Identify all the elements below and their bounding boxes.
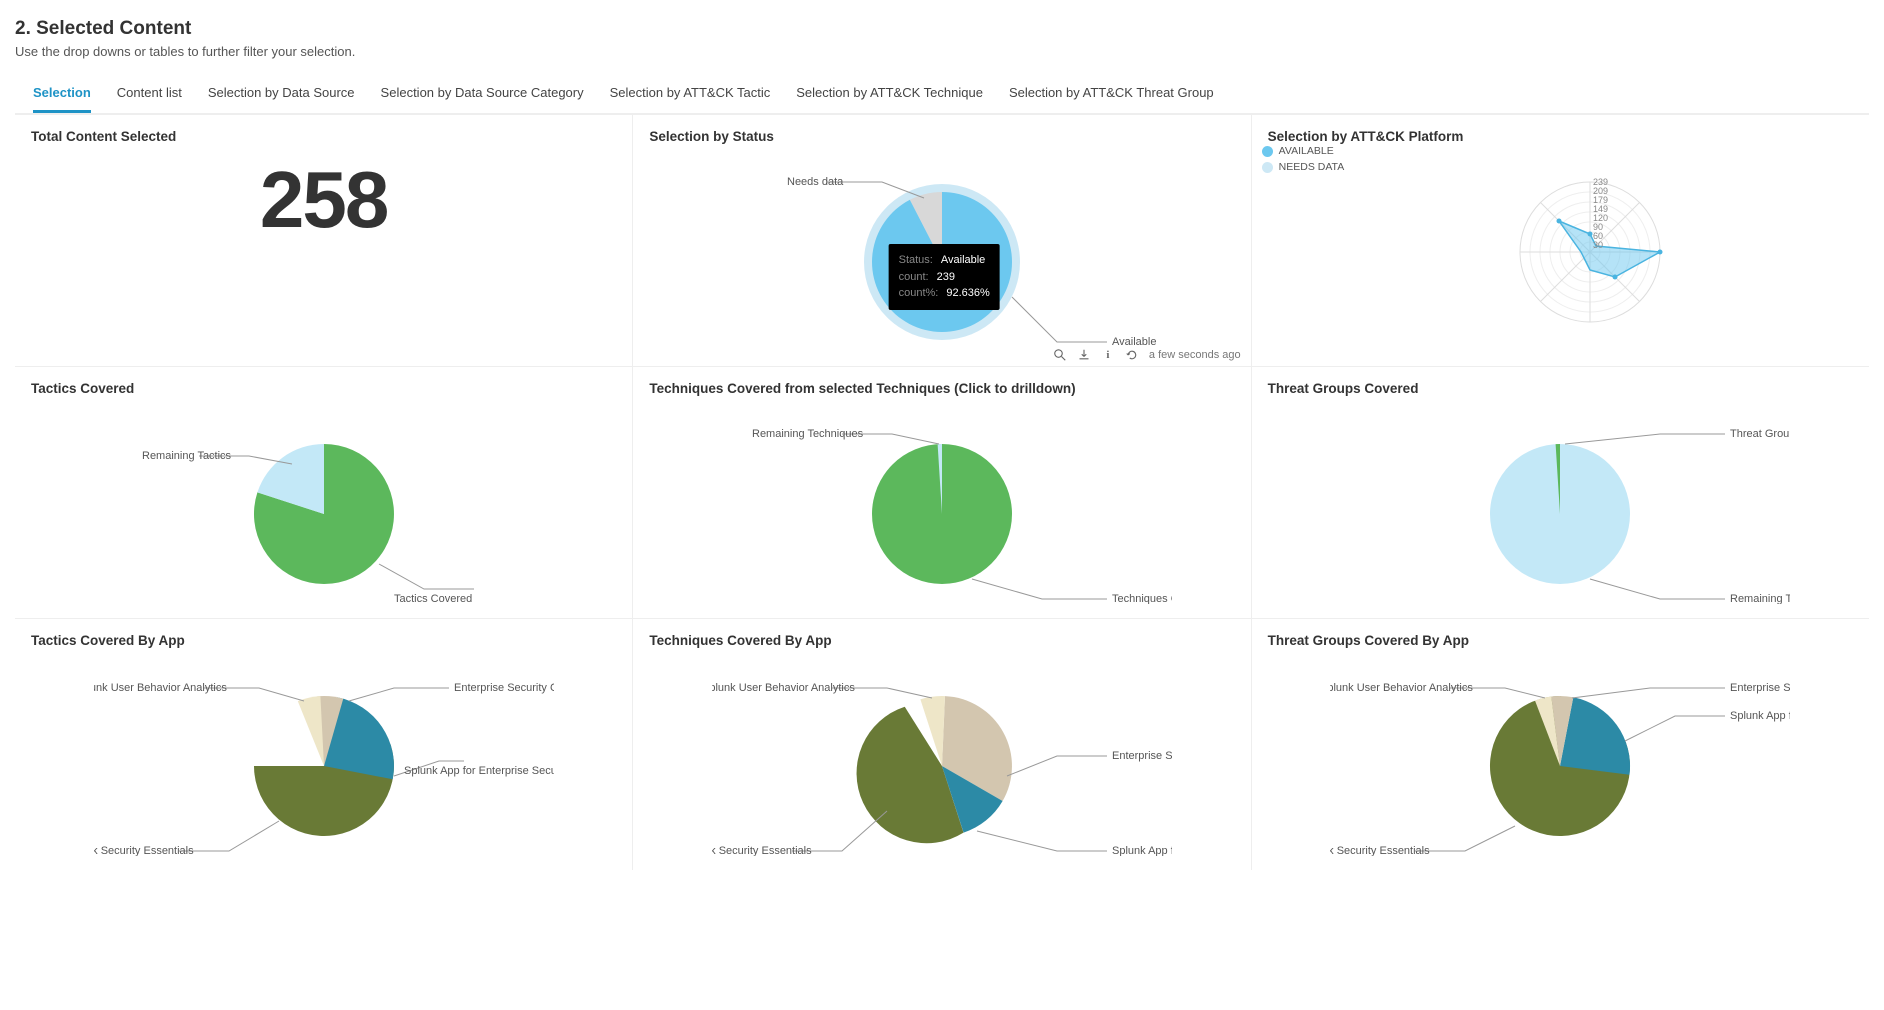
panel-tactics-covered-by-app: Tactics Covered By App Splunk User Be [15, 619, 632, 870]
panel-title: Tactics Covered [31, 381, 616, 396]
panel-selection-by-platform: Selection by ATT&CK Platform AVAILABLE N… [1252, 115, 1869, 366]
threatgroups-label-covered: Threat Groups Covered [1730, 428, 1790, 440]
info-icon[interactable]: i [1101, 348, 1115, 362]
panel-title: Selection by ATT&CK Platform [1268, 129, 1853, 144]
tactics-app-pie-chart[interactable]: Splunk User Behavior Analytics Enterpris… [94, 656, 554, 856]
techniques-label-covered: Techniques Covered [1112, 593, 1172, 604]
tab-by-data-source[interactable]: Selection by Data Source [208, 77, 355, 113]
total-content-value: 258 [31, 154, 616, 246]
threat-groups-pie-chart[interactable]: Threat Groups Covered Remaining Threat G… [1330, 404, 1790, 604]
panel-title: Threat Groups Covered By App [1268, 633, 1853, 648]
panel-title: Selection by Status [649, 129, 1234, 144]
tab-by-attack-technique[interactable]: Selection by ATT&CK Technique [796, 77, 983, 113]
status-tooltip: Status:Available count:239 count%:92.636… [889, 244, 1000, 310]
tactics-label-remaining: Remaining Tactics [142, 450, 232, 462]
panel-tactics-covered: Tactics Covered Remaining Tactics Tactic… [15, 367, 632, 618]
tech-app-label-escu: Enterprise Security Content Update [1112, 750, 1172, 762]
tech-app-label-es: Splunk App for Enterprise Security [1112, 845, 1172, 856]
tab-content-list[interactable]: Content list [117, 77, 182, 113]
panel-toolbar: i a few seconds ago [1053, 348, 1241, 362]
tactics-app-label-escu: Enterprise Security Content Update [454, 682, 554, 694]
panel-title: Total Content Selected [31, 129, 616, 144]
tactics-app-label-es: Splunk App for Enterprise Security [404, 765, 554, 777]
panel-timestamp: a few seconds ago [1149, 349, 1241, 361]
panel-selection-by-status: Selection by Status Needs data Av [633, 115, 1250, 366]
platform-radar-chart[interactable]: 239 209 179 149 120 90 60 30 [1330, 152, 1790, 342]
panel-threat-groups-covered-by-app: Threat Groups Covered By App Splunk U [1252, 619, 1869, 870]
panel-total-content: Total Content Selected 258 [15, 115, 632, 366]
threat-app-label-uba: Splunk User Behavior Analytics [1330, 682, 1473, 694]
tab-by-attack-threat-group[interactable]: Selection by ATT&CK Threat Group [1009, 77, 1214, 113]
threat-app-label-escu: Enterprise Security Content Update [1730, 682, 1790, 694]
tab-by-attack-tactic[interactable]: Selection by ATT&CK Tactic [610, 77, 771, 113]
section-subtitle: Use the drop downs or tables to further … [15, 44, 1869, 59]
tactics-app-label-uba: Splunk User Behavior Analytics [94, 682, 227, 694]
section-title: 2. Selected Content [15, 18, 1869, 40]
panel-title: Tactics Covered By App [31, 633, 616, 648]
threatgroups-label-remaining: Remaining Threat Groups [1730, 593, 1790, 604]
tactics-app-label-sse: Splunk Security Essentials [94, 845, 194, 856]
panel-techniques-covered-by-app: Techniques Covered By App Splunk User [633, 619, 1250, 870]
search-icon[interactable] [1053, 348, 1067, 362]
threat-app-label-es: Splunk App for Enterprise Security [1730, 710, 1790, 722]
tab-selection[interactable]: Selection [33, 77, 91, 113]
threat-app-pie-chart[interactable]: Splunk User Behavior Analytics Enterpris… [1330, 656, 1790, 856]
tabs-bar: Selection Content list Selection by Data… [15, 77, 1869, 114]
tactics-label-covered: Tactics Covered [394, 593, 472, 604]
tech-app-label-sse: Splunk Security Essentials [712, 845, 812, 856]
panel-techniques-covered: Techniques Covered from selected Techniq… [633, 367, 1250, 618]
panel-threat-groups-covered: Threat Groups Covered Threat Groups Cove… [1252, 367, 1869, 618]
panel-title: Techniques Covered from selected Techniq… [649, 381, 1234, 396]
panel-title: Techniques Covered By App [649, 633, 1234, 648]
status-label-needs: Needs data [787, 176, 844, 188]
techniques-pie-chart[interactable]: Remaining Techniques Techniques Covered [712, 404, 1172, 604]
techniques-label-remaining: Remaining Techniques [752, 428, 864, 440]
tactics-pie-chart[interactable]: Remaining Tactics Tactics Covered [94, 404, 554, 604]
status-label-available: Available [1112, 336, 1156, 348]
techniques-app-pie-chart[interactable]: Splunk User Behavior Analytics Enterpris… [712, 656, 1172, 856]
tech-app-label-uba: Splunk User Behavior Analytics [712, 682, 855, 694]
panel-title: Threat Groups Covered [1268, 381, 1853, 396]
download-icon[interactable] [1077, 348, 1091, 362]
svg-text:30: 30 [1593, 240, 1603, 250]
refresh-icon[interactable] [1125, 348, 1139, 362]
threat-app-label-sse: Splunk Security Essentials [1330, 845, 1430, 856]
tab-by-data-source-category[interactable]: Selection by Data Source Category [381, 77, 584, 113]
